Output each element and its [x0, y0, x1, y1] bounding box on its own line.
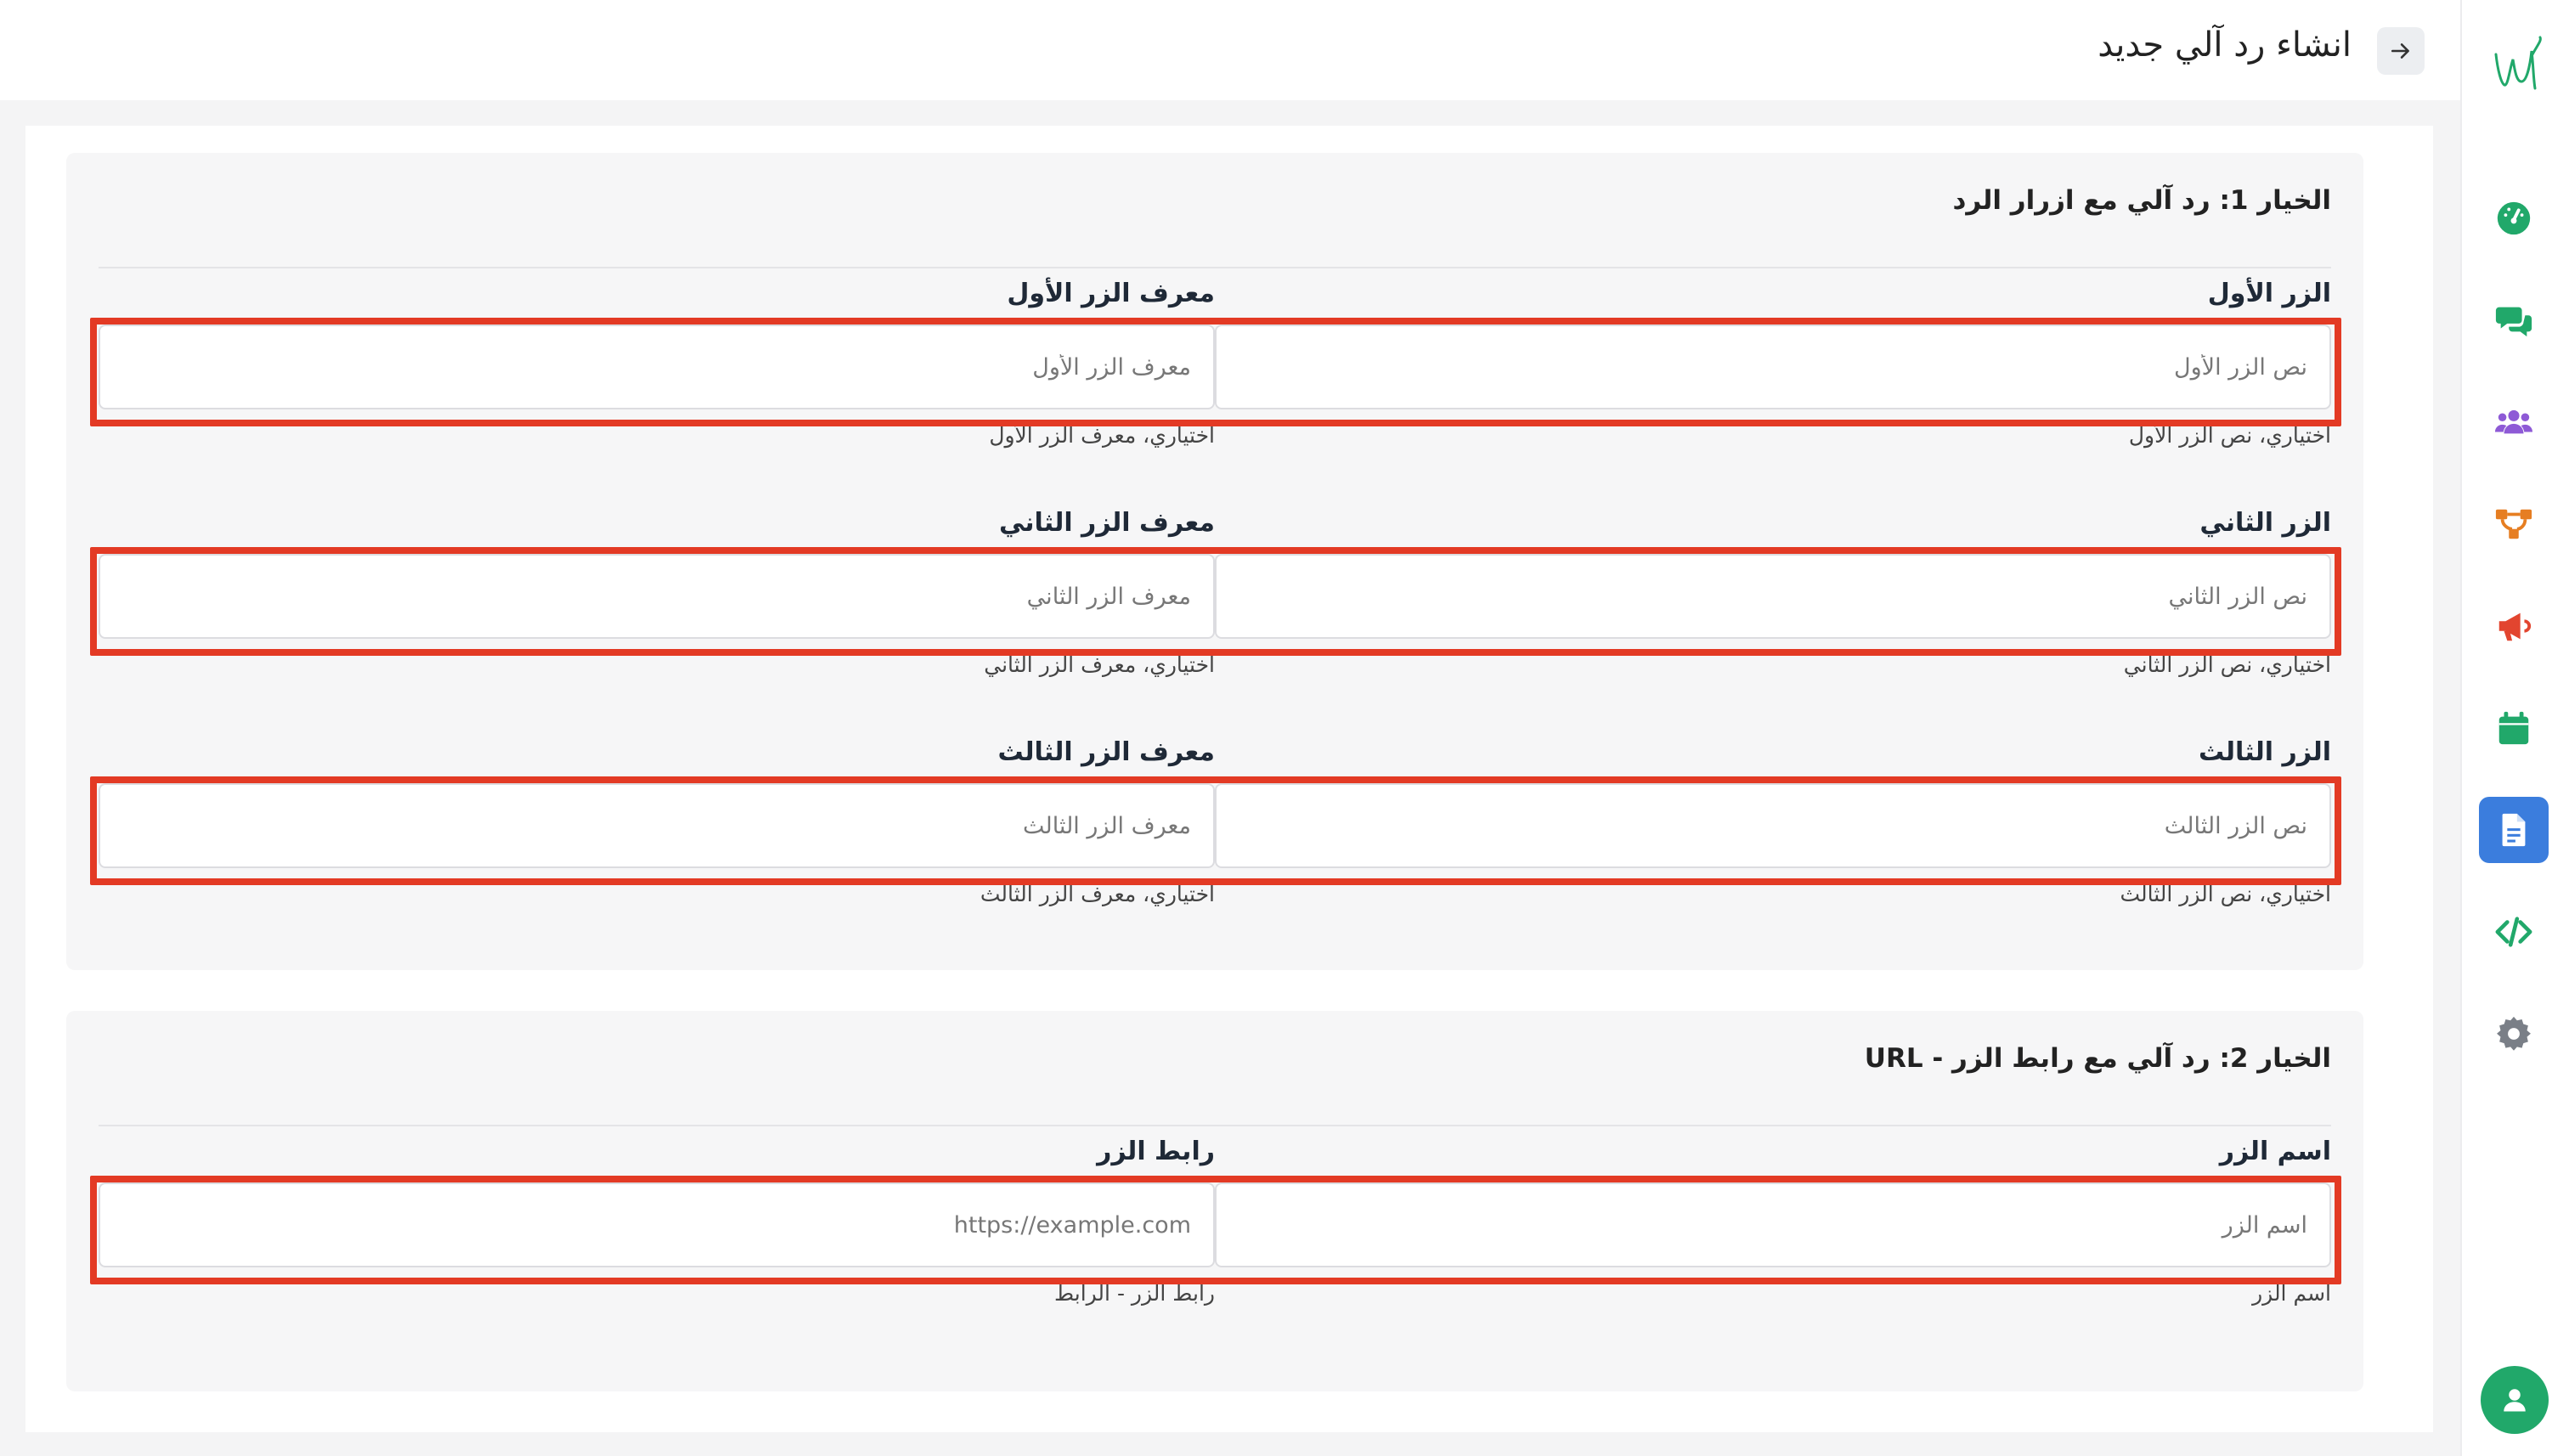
button2-id-group: معرف الزر الثاني اختياري، معرف الزر الثا… [99, 508, 1215, 695]
button1-text-hint: اختياري، نص الزر الأول [2128, 423, 2331, 448]
button2-id-input[interactable] [99, 554, 1215, 639]
button1-row: الزر الأول اختياري، نص الزر الأول معرف ا… [99, 279, 2331, 466]
page-header: انشاء رد آلي جديد [0, 0, 2460, 100]
icon-sidebar [2460, 0, 2569, 1456]
button3-id-hint: اختياري، معرف الزر الثالث [980, 882, 1215, 906]
users-group-icon [2494, 409, 2533, 434]
button-name-hint: اسم الزر [2252, 1281, 2331, 1306]
nav-contacts[interactable] [2479, 389, 2549, 455]
button3-text-hint: اختياري، نص الزر الثالث [2120, 882, 2331, 906]
button1-id-input[interactable] [99, 324, 1215, 409]
nav-settings[interactable] [2479, 1001, 2549, 1067]
chat-bubbles-icon [2495, 307, 2532, 337]
button2-text-group: الزر الثاني اختياري، نص الزر الثاني [1215, 508, 2331, 695]
button2-text-input[interactable] [1215, 554, 2331, 639]
gear-icon [2497, 1016, 2531, 1051]
divider [99, 267, 2331, 268]
dashboard-gauge-icon [2497, 201, 2531, 235]
button1-text-input[interactable] [1215, 324, 2331, 409]
button2-text-label: الزر الثاني [2199, 508, 2331, 538]
button3-text-input[interactable] [1215, 783, 2331, 868]
arrow-right-icon [2391, 43, 2409, 59]
button2-id-label: معرف الزر الثاني [998, 508, 1215, 538]
option2-title: الخيار 2: رد آلي مع رابط الزر - URL [1864, 1043, 2331, 1074]
divider [99, 1125, 2331, 1126]
option1-title: الخيار 1: رد آلي مع ازرار الرد [1952, 185, 2332, 216]
main-content: الخيار 1: رد آلي مع ازرار الرد الزر الأو… [25, 126, 2433, 1432]
button1-id-hint: اختياري، معرف الزر الأول [989, 423, 1215, 448]
url-button-row: اسم الزر اسم الزر رابط الزر رابط الزر - … [99, 1137, 2331, 1323]
nav-calendar[interactable] [2479, 695, 2549, 761]
flow-sitemap-icon [2495, 509, 2532, 539]
document-icon [2502, 813, 2526, 847]
button2-row: الزر الثاني اختياري، نص الزر الثاني معرف… [99, 508, 2331, 695]
calendar-icon [2498, 711, 2529, 745]
button-name-label: اسم الزر [2219, 1137, 2331, 1166]
code-icon [2495, 917, 2532, 947]
nav-templates[interactable] [2479, 797, 2549, 863]
button-url-hint: رابط الزر - الرابط [1054, 1281, 1215, 1306]
button3-id-input[interactable] [99, 783, 1215, 868]
button1-id-label: معرف الزر الأول [1007, 279, 1215, 308]
button3-text-label: الزر الثالث [2198, 737, 2331, 767]
nav-dashboard[interactable] [2479, 185, 2549, 251]
button3-id-label: معرف الزر الثالث [997, 737, 1215, 767]
nav-flows[interactable] [2479, 491, 2549, 557]
page-title: انشاء رد آلي جديد [2098, 25, 2352, 65]
button-url-input[interactable] [99, 1182, 1215, 1267]
button3-text-group: الزر الثالث اختياري، نص الزر الثالث [1215, 737, 2331, 924]
brand-logo[interactable] [2462, 22, 2569, 99]
button-name-input[interactable] [1215, 1182, 2331, 1267]
button-name-group: اسم الزر اسم الزر [1215, 1137, 2331, 1323]
button1-text-label: الزر الأول [2207, 279, 2331, 308]
megaphone-icon [2498, 612, 2532, 641]
user-icon [2504, 1389, 2526, 1412]
button1-id-group: معرف الزر الأول اختياري، معرف الزر الأول [99, 279, 1215, 466]
nav-chats[interactable] [2479, 287, 2549, 353]
option1-card: الخيار 1: رد آلي مع ازرار الرد الزر الأو… [66, 153, 2363, 970]
button2-text-hint: اختياري، نص الزر الثاني [2123, 652, 2331, 677]
button1-text-group: الزر الأول اختياري، نص الزر الأول [1215, 279, 2331, 466]
back-button[interactable] [2377, 27, 2425, 75]
nav-developer[interactable] [2479, 899, 2549, 965]
option2-card: الخيار 2: رد آلي مع رابط الزر - URL اسم … [66, 1011, 2363, 1391]
button3-row: الزر الثالث اختياري، نص الزر الثالث معرف… [99, 737, 2331, 924]
button2-id-hint: اختياري، معرف الزر الثاني [984, 652, 1215, 677]
button-url-group: رابط الزر رابط الزر - الرابط [99, 1137, 1215, 1323]
user-avatar[interactable] [2481, 1366, 2549, 1434]
button-url-label: رابط الزر [1097, 1137, 1215, 1166]
button3-id-group: معرف الزر الثالث اختياري، معرف الزر الثا… [99, 737, 1215, 924]
nav-campaigns[interactable] [2479, 593, 2549, 659]
